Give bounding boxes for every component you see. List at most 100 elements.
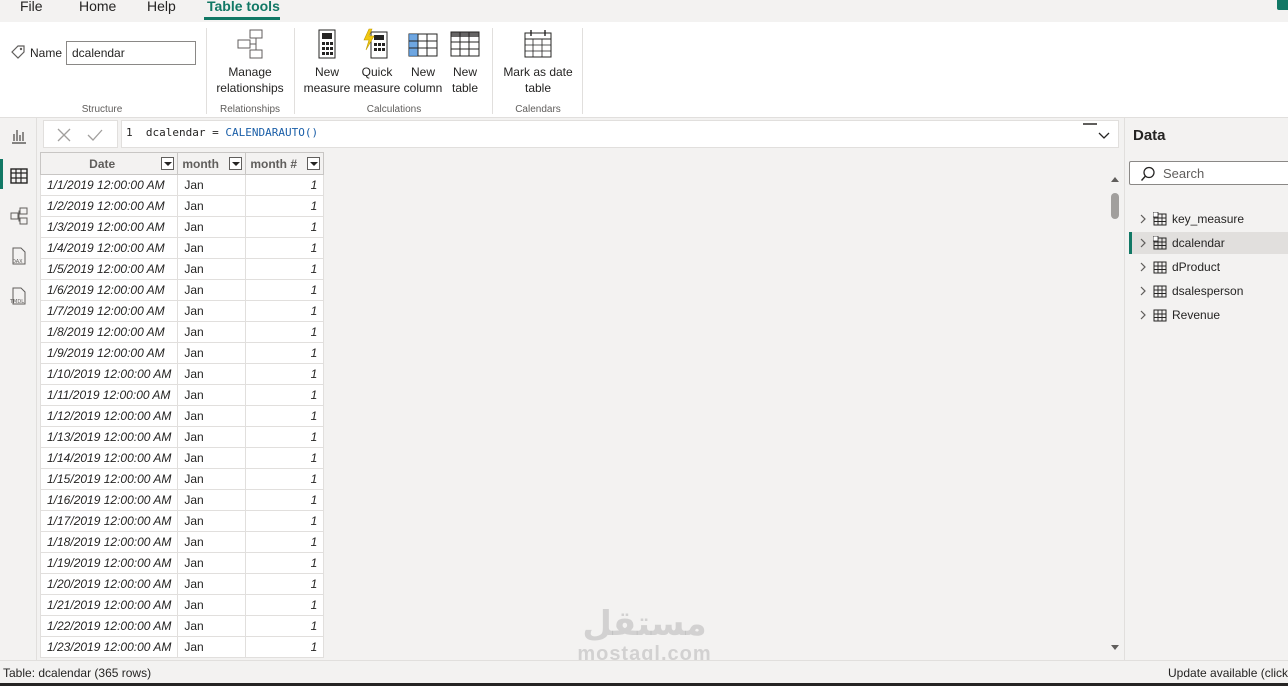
cell-month[interactable]: Jan [177, 384, 247, 406]
cell-month[interactable]: Jan [177, 615, 247, 637]
table-row[interactable]: 1/6/2019 12:00:00 AM Jan 1 [40, 279, 325, 301]
chevron-down-icon[interactable] [1094, 126, 1114, 144]
cell-month[interactable]: Jan [177, 552, 247, 574]
cell-date[interactable]: 1/22/2019 12:00:00 AM [40, 615, 179, 637]
field-list-table-item[interactable]: dProduct [1129, 256, 1288, 278]
cancel-formula-icon[interactable] [56, 127, 72, 143]
cell-month[interactable]: Jan [177, 216, 247, 238]
cell-month[interactable]: Jan [177, 195, 247, 217]
manage-relationships-button[interactable]: Manage relationships [214, 28, 286, 96]
field-list-table-item[interactable]: dsalesperson [1129, 280, 1288, 302]
cell-month[interactable]: Jan [177, 594, 247, 616]
field-list-table-item[interactable]: dcalendar [1129, 232, 1288, 254]
cell-month[interactable]: Jan [177, 468, 247, 490]
search-input[interactable]: Search [1129, 161, 1288, 185]
cell-date[interactable]: 1/12/2019 12:00:00 AM [40, 405, 179, 427]
tmdl-view-icon[interactable]: TMDL [9, 286, 29, 306]
cell-date[interactable]: 1/19/2019 12:00:00 AM [40, 552, 179, 574]
cell-month[interactable]: Jan [177, 174, 247, 196]
cell-date[interactable]: 1/5/2019 12:00:00 AM [40, 258, 179, 280]
cell-date[interactable]: 1/8/2019 12:00:00 AM [40, 321, 179, 343]
menu-file[interactable]: File [20, 0, 43, 14]
cell-month-number[interactable]: 1 [245, 531, 325, 553]
vertical-scrollbar[interactable] [1108, 177, 1122, 657]
cell-date[interactable]: 1/10/2019 12:00:00 AM [40, 363, 179, 385]
cell-month-number[interactable]: 1 [245, 300, 325, 322]
cell-date[interactable]: 1/23/2019 12:00:00 AM [40, 636, 179, 658]
table-row[interactable]: 1/15/2019 12:00:00 AM Jan 1 [40, 468, 325, 490]
cell-date[interactable]: 1/11/2019 12:00:00 AM [40, 384, 179, 406]
filter-dropdown-icon[interactable] [161, 157, 175, 170]
cell-month[interactable]: Jan [177, 447, 247, 469]
cell-month-number[interactable]: 1 [245, 615, 325, 637]
scroll-down-arrow-icon[interactable] [1111, 645, 1119, 650]
cell-month-number[interactable]: 1 [245, 573, 325, 595]
cell-date[interactable]: 1/1/2019 12:00:00 AM [40, 174, 179, 196]
filter-dropdown-icon[interactable] [307, 157, 321, 170]
cell-date[interactable]: 1/3/2019 12:00:00 AM [40, 216, 179, 238]
menu-help[interactable]: Help [147, 0, 176, 14]
table-row[interactable]: 1/4/2019 12:00:00 AM Jan 1 [40, 237, 325, 259]
formula-input[interactable]: 1 dcalendar = CALENDARAUTO() [121, 120, 1119, 148]
cell-month-number[interactable]: 1 [245, 279, 325, 301]
cell-month-number[interactable]: 1 [245, 552, 325, 574]
cell-month[interactable]: Jan [177, 258, 247, 280]
quick-measure-button[interactable]: Quick measure [352, 28, 402, 96]
cell-month-number[interactable]: 1 [245, 174, 325, 196]
cell-month[interactable]: Jan [177, 636, 247, 658]
filter-dropdown-icon[interactable] [229, 157, 243, 170]
cell-month-number[interactable]: 1 [245, 258, 325, 280]
chevron-right-icon[interactable] [1139, 238, 1147, 248]
table-row[interactable]: 1/17/2019 12:00:00 AM Jan 1 [40, 510, 325, 532]
column-header-month[interactable]: month [177, 152, 247, 175]
cell-month-number[interactable]: 1 [245, 363, 325, 385]
new-table-button[interactable]: New table [445, 28, 485, 96]
cell-month-number[interactable]: 1 [245, 468, 325, 490]
table-row[interactable]: 1/19/2019 12:00:00 AM Jan 1 [40, 552, 325, 574]
cell-month[interactable]: Jan [177, 489, 247, 511]
report-view-icon[interactable] [9, 126, 29, 146]
cell-month[interactable]: Jan [177, 237, 247, 259]
cell-date[interactable]: 1/20/2019 12:00:00 AM [40, 573, 179, 595]
menu-home[interactable]: Home [79, 0, 116, 14]
table-row[interactable]: 1/23/2019 12:00:00 AM Jan 1 [40, 636, 325, 658]
table-row[interactable]: 1/1/2019 12:00:00 AM Jan 1 [40, 174, 325, 196]
chevron-right-icon[interactable] [1139, 310, 1147, 320]
column-header-month-number[interactable]: month # [245, 152, 325, 175]
cell-month-number[interactable]: 1 [245, 342, 325, 364]
cell-month-number[interactable]: 1 [245, 321, 325, 343]
cell-date[interactable]: 1/6/2019 12:00:00 AM [40, 279, 179, 301]
cell-date[interactable]: 1/16/2019 12:00:00 AM [40, 489, 179, 511]
new-measure-button[interactable]: New measure [302, 28, 352, 96]
new-column-button[interactable]: New column [401, 28, 445, 96]
scroll-up-arrow-icon[interactable] [1111, 177, 1119, 182]
cell-month[interactable]: Jan [177, 405, 247, 427]
cell-month[interactable]: Jan [177, 426, 247, 448]
chevron-right-icon[interactable] [1139, 286, 1147, 296]
table-row[interactable]: 1/10/2019 12:00:00 AM Jan 1 [40, 363, 325, 385]
cell-date[interactable]: 1/17/2019 12:00:00 AM [40, 510, 179, 532]
cell-date[interactable]: 1/7/2019 12:00:00 AM [40, 300, 179, 322]
cell-month-number[interactable]: 1 [245, 510, 325, 532]
cell-date[interactable]: 1/4/2019 12:00:00 AM [40, 237, 179, 259]
table-row[interactable]: 1/16/2019 12:00:00 AM Jan 1 [40, 489, 325, 511]
cell-date[interactable]: 1/2/2019 12:00:00 AM [40, 195, 179, 217]
menu-table-tools[interactable]: Table tools [207, 0, 280, 14]
chevron-right-icon[interactable] [1139, 214, 1147, 224]
table-row[interactable]: 1/5/2019 12:00:00 AM Jan 1 [40, 258, 325, 280]
column-header-date[interactable]: Date [40, 152, 179, 175]
window-corner-icon[interactable] [1277, 0, 1288, 10]
model-view-icon[interactable] [9, 206, 29, 226]
table-row[interactable]: 1/3/2019 12:00:00 AM Jan 1 [40, 216, 325, 238]
table-row[interactable]: 1/12/2019 12:00:00 AM Jan 1 [40, 405, 325, 427]
cell-month-number[interactable]: 1 [245, 237, 325, 259]
table-row[interactable]: 1/14/2019 12:00:00 AM Jan 1 [40, 447, 325, 469]
field-list-table-item[interactable]: Revenue [1129, 304, 1288, 326]
table-row[interactable]: 1/2/2019 12:00:00 AM Jan 1 [40, 195, 325, 217]
cell-month-number[interactable]: 1 [245, 195, 325, 217]
table-row[interactable]: 1/22/2019 12:00:00 AM Jan 1 [40, 615, 325, 637]
cell-date[interactable]: 1/13/2019 12:00:00 AM [40, 426, 179, 448]
cell-month-number[interactable]: 1 [245, 489, 325, 511]
cell-month-number[interactable]: 1 [245, 426, 325, 448]
mark-as-date-table-button[interactable]: Mark as date table [500, 28, 576, 96]
